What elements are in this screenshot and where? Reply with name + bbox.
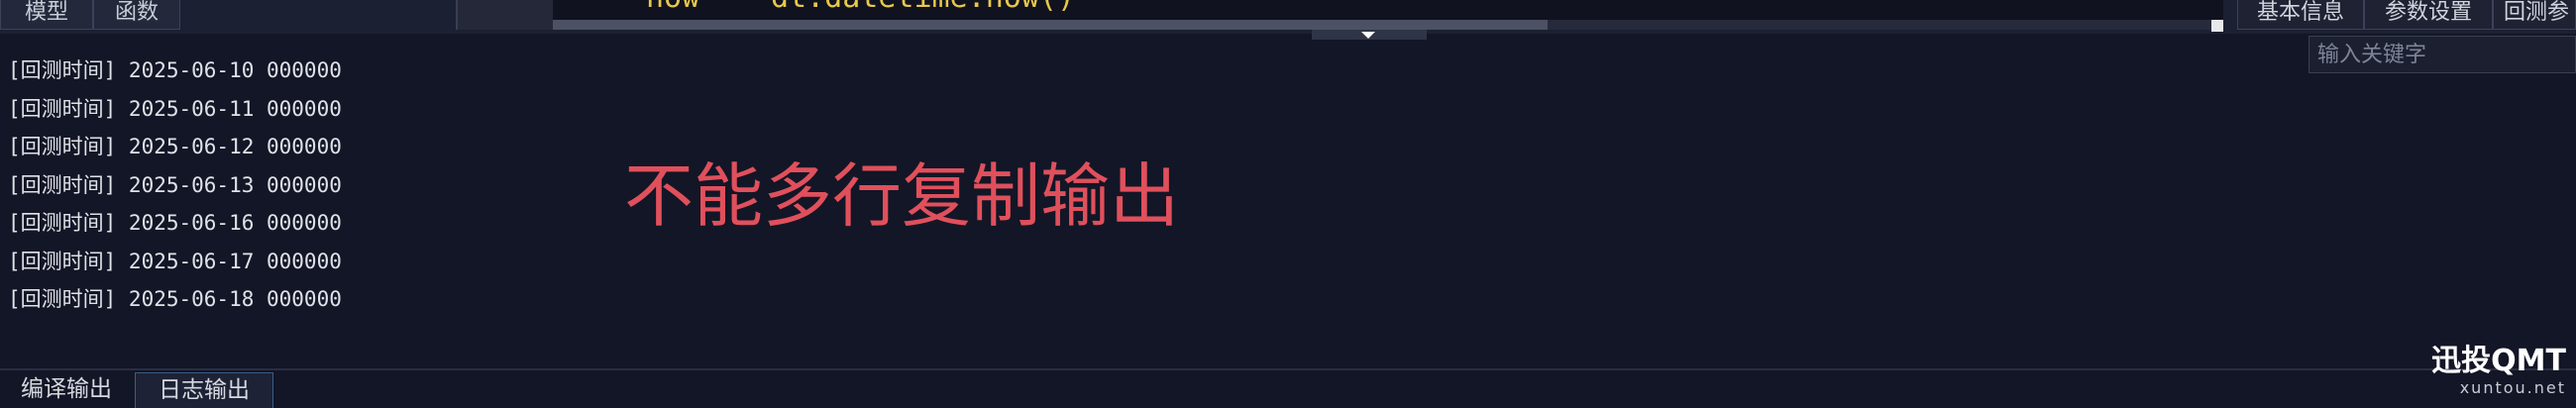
tab-compile-output[interactable]: 编译输出	[0, 372, 133, 408]
tab-log-output[interactable]: 日志输出	[135, 372, 273, 408]
log-line: [回测时间] 2025-06-10 000000	[8, 58, 342, 82]
line-number-gutter	[458, 0, 553, 30]
watermark-url: xuntou.net	[2459, 378, 2566, 397]
scroll-corner	[2211, 20, 2223, 32]
log-output: [回测时间] 2025-06-10 000000 [回测时间] 2025-06-…	[8, 55, 342, 323]
watermark-logo: 迅投QMT xuntou.net	[2431, 345, 2566, 398]
scrollbar-thumb[interactable]	[553, 20, 1548, 30]
annotation-text: 不能多行复制输出	[624, 155, 1179, 237]
code-text-left: now	[646, 0, 699, 15]
log-line: [回测时间] 2025-06-18 000000	[8, 287, 342, 311]
log-line: [回测时间] 2025-06-11 000000	[8, 96, 342, 121]
log-line: [回测时间] 2025-06-17 000000	[8, 249, 342, 273]
bottom-divider	[0, 368, 2576, 370]
panel-splitter-handle[interactable]	[1312, 30, 1427, 40]
top-toolbar: 模型 函数 now dt.datetime.now() 基本信息 参数设置 回测…	[0, 0, 2576, 40]
code-editor[interactable]: now dt.datetime.now()	[456, 0, 2223, 30]
tab-param-settings[interactable]: 参数设置	[2364, 0, 2493, 30]
collapse-arrow-icon[interactable]	[1361, 32, 1375, 39]
tab-backtest-params[interactable]: 回测参	[2493, 0, 2576, 30]
search-input[interactable]	[2308, 36, 2576, 73]
watermark-title: 迅投QMT	[2431, 344, 2566, 378]
code-text-right: dt.datetime.now()	[771, 0, 1075, 15]
log-line: [回测时间] 2025-06-12 000000	[8, 135, 342, 158]
tab-basic-info[interactable]: 基本信息	[2237, 0, 2364, 30]
horizontal-scrollbar[interactable]	[553, 20, 2223, 30]
tab-model[interactable]: 模型	[0, 0, 93, 30]
log-line: [回测时间] 2025-06-16 000000	[8, 211, 342, 235]
log-line: [回测时间] 2025-06-13 000000	[8, 172, 342, 197]
tab-functions[interactable]: 函数	[93, 0, 180, 30]
